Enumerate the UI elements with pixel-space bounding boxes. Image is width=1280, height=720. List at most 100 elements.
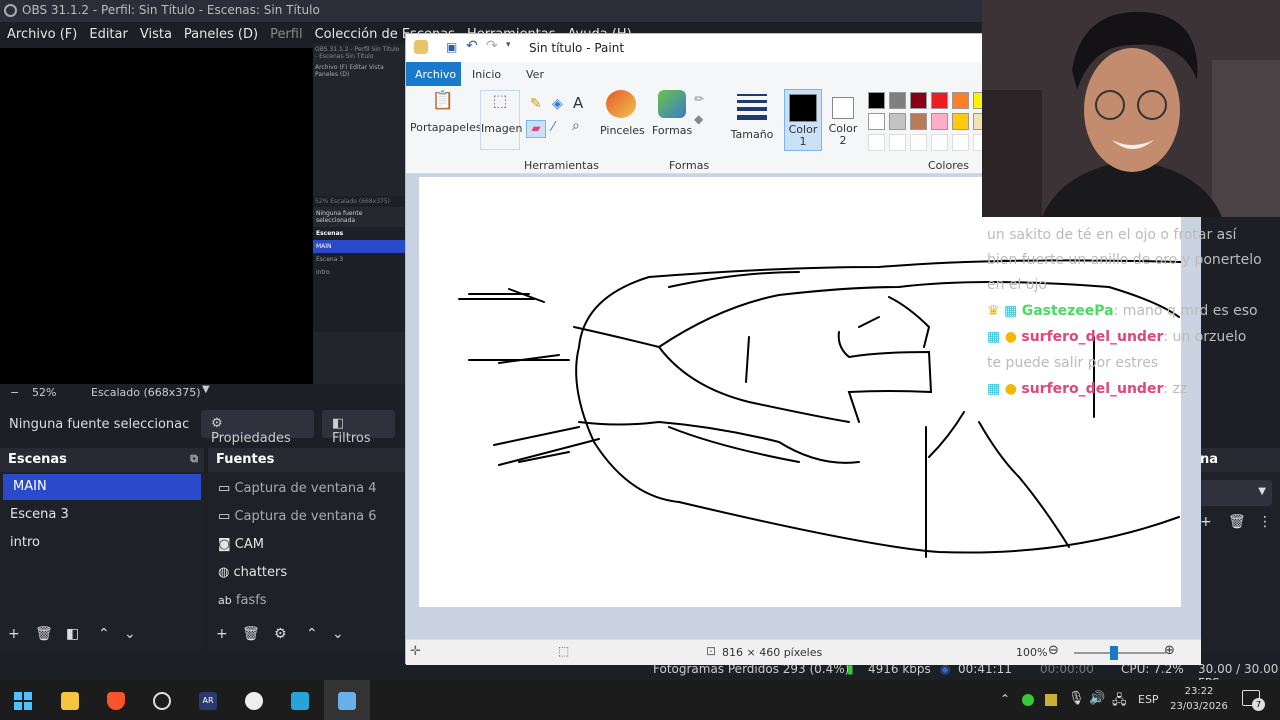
palette-swatch[interactable] xyxy=(868,92,885,109)
obs-taskbar-icon[interactable] xyxy=(153,692,171,710)
add-source-icon[interactable]: + xyxy=(216,626,228,642)
clock-app-icon[interactable] xyxy=(245,692,263,710)
outline-icon[interactable]: ✏ xyxy=(694,92,704,106)
text-tool-icon[interactable]: A xyxy=(573,94,583,112)
redo-icon[interactable]: ↷ xyxy=(486,38,498,54)
tab-archivo[interactable]: Archivo xyxy=(406,62,461,86)
scale-dropdown-icon[interactable]: ▼ xyxy=(202,384,210,395)
scenes-toolbar: + 🗑 ◧ ⌃ ⌄ xyxy=(0,622,204,650)
move-down-icon[interactable]: ⌄ xyxy=(124,626,136,642)
color2-button[interactable]: Color 2 xyxy=(825,89,861,151)
color2-label: Color 2 xyxy=(828,122,858,147)
paint-taskbar-button[interactable] xyxy=(324,680,370,720)
source-item[interactable]: ab fasfs xyxy=(208,588,405,614)
microphone-icon[interactable]: 🎙 xyxy=(1068,691,1085,706)
zoom-minus-icon[interactable]: − xyxy=(10,386,19,399)
menu-editar[interactable]: Editar xyxy=(89,27,128,48)
source-item[interactable]: ▭ Captura de ventana 4 xyxy=(208,476,405,502)
remove-source-icon[interactable]: 🗑 xyxy=(242,626,260,642)
dock-undock-icon[interactable]: ⧉ xyxy=(190,452,198,466)
palette-swatch[interactable] xyxy=(910,113,927,130)
scene-filters-icon[interactable]: ◧ xyxy=(66,626,79,642)
add-icon[interactable]: + xyxy=(1200,514,1212,530)
tab-inicio[interactable]: Inicio xyxy=(472,68,501,81)
move-up-icon[interactable]: ⌃ xyxy=(306,626,318,642)
save-icon[interactable]: ▣ xyxy=(446,40,457,54)
network-icon[interactable]: 🖧 xyxy=(1112,691,1127,713)
move-down-icon[interactable]: ⌄ xyxy=(332,626,344,642)
palette-empty-swatch[interactable] xyxy=(931,134,948,151)
shape-fill-icon[interactable]: ◆ xyxy=(694,112,703,126)
chat-text: : zz xyxy=(1163,381,1188,397)
palette-swatch[interactable] xyxy=(868,113,885,130)
brushes-button[interactable]: Pinceles xyxy=(600,90,645,150)
palette-empty-swatch[interactable] xyxy=(868,134,885,151)
add-scene-icon[interactable]: + xyxy=(8,626,20,642)
tray-chevron-icon[interactable]: ⌃ xyxy=(1000,692,1010,706)
clipboard-button[interactable]: 📋 Portapapeles xyxy=(410,90,482,150)
color1-button[interactable]: Color 1 xyxy=(784,89,822,151)
fill-icon[interactable]: ◈ xyxy=(552,96,563,112)
shapes-button[interactable]: Formas xyxy=(652,90,692,150)
tray-green-icon[interactable] xyxy=(1022,694,1034,706)
color1-label: Color 1 xyxy=(788,123,818,148)
magnifier-icon[interactable]: ⌕ xyxy=(572,118,580,134)
source-item[interactable]: ◍ chatters xyxy=(208,560,405,586)
palette-swatch[interactable] xyxy=(931,113,948,130)
right-dock-dropdown[interactable]: ▼ xyxy=(1200,480,1272,506)
zoom-slider-thumb[interactable] xyxy=(1110,646,1118,660)
source-settings-icon[interactable]: ⚙ xyxy=(274,626,287,642)
menu-vista[interactable]: Vista xyxy=(140,27,172,48)
palette-empty-swatch[interactable] xyxy=(910,134,927,151)
properties-button[interactable]: ⚙ Propiedades xyxy=(201,410,314,446)
source-item[interactable]: ◙ CAM xyxy=(208,532,405,558)
palette-empty-swatch[interactable] xyxy=(952,134,969,151)
language-indicator[interactable]: ESP xyxy=(1138,693,1159,706)
scene-intro[interactable]: intro xyxy=(0,530,204,556)
remove-scene-icon[interactable]: 🗑 xyxy=(35,626,53,642)
notifications-icon[interactable]: 7 xyxy=(1242,690,1265,711)
scenes-list: MAIN Escena 3 intro xyxy=(0,472,204,622)
file-explorer-icon[interactable] xyxy=(61,692,79,710)
scene-main[interactable]: MAIN xyxy=(3,474,201,500)
zoom-in-icon[interactable]: ⊕ xyxy=(1164,643,1175,658)
menu-archivo[interactable]: Archivo (F) xyxy=(7,27,77,48)
paint-taskbar-icon xyxy=(338,692,356,710)
volume-icon[interactable]: 🔊 xyxy=(1089,691,1105,706)
palette-swatch[interactable] xyxy=(889,113,906,130)
palette-swatch[interactable] xyxy=(952,92,969,109)
windows-start-icon[interactable] xyxy=(14,692,32,710)
more-icon[interactable]: ⋮ xyxy=(1258,514,1272,530)
f-app-icon[interactable] xyxy=(291,692,309,710)
size-button[interactable]: Tamaño xyxy=(728,90,776,150)
scene-escena-3[interactable]: Escena 3 xyxy=(0,502,204,528)
source-item[interactable]: ▭ Captura de ventana 6 xyxy=(208,504,405,530)
image-button[interactable]: ⬚ Imagen xyxy=(480,90,522,150)
brave-browser-icon[interactable] xyxy=(107,692,125,710)
zoom-slider[interactable] xyxy=(1074,646,1166,660)
filters-button[interactable]: ◧ Filtros xyxy=(322,410,395,446)
palette-swatch[interactable] xyxy=(931,92,948,109)
clock[interactable]: 23:22 23/03/2026 xyxy=(1168,684,1230,714)
scale-label: Escalado (668x375) xyxy=(91,386,201,399)
tab-ver[interactable]: Ver xyxy=(526,68,544,81)
zoom-out-icon[interactable]: ⊖ xyxy=(1048,643,1059,658)
color-picker-icon[interactable]: ⁄ xyxy=(552,120,554,135)
quick-access-dropdown-icon[interactable]: ▾ xyxy=(506,40,511,50)
palette-empty-swatch[interactable] xyxy=(889,134,906,151)
palette-swatch[interactable] xyxy=(910,92,927,109)
remove-icon[interactable]: 🗑 xyxy=(1228,514,1246,530)
pencil-icon[interactable]: ✎ xyxy=(530,96,542,112)
window-icon: ▭ xyxy=(218,481,231,496)
menu-paneles[interactable]: Paneles (D) xyxy=(184,27,258,48)
tray-app-icon[interactable] xyxy=(1045,694,1057,706)
palette-swatch[interactable] xyxy=(889,92,906,109)
zoom-percent: 100% xyxy=(1016,646,1048,659)
paint-status-bar: ✛ ⬚ ⊡ 816 × 460 píxeles 100% ⊖ ⊕ xyxy=(406,639,1201,665)
palette-swatch[interactable] xyxy=(952,113,969,130)
move-up-icon[interactable]: ⌃ xyxy=(98,626,110,642)
ar-app-icon[interactable]: AR xyxy=(199,692,217,710)
eraser-icon[interactable]: ▰ xyxy=(526,120,546,138)
undo-icon[interactable]: ↶ xyxy=(466,38,478,54)
menu-perfil[interactable]: Perfil xyxy=(270,27,303,48)
